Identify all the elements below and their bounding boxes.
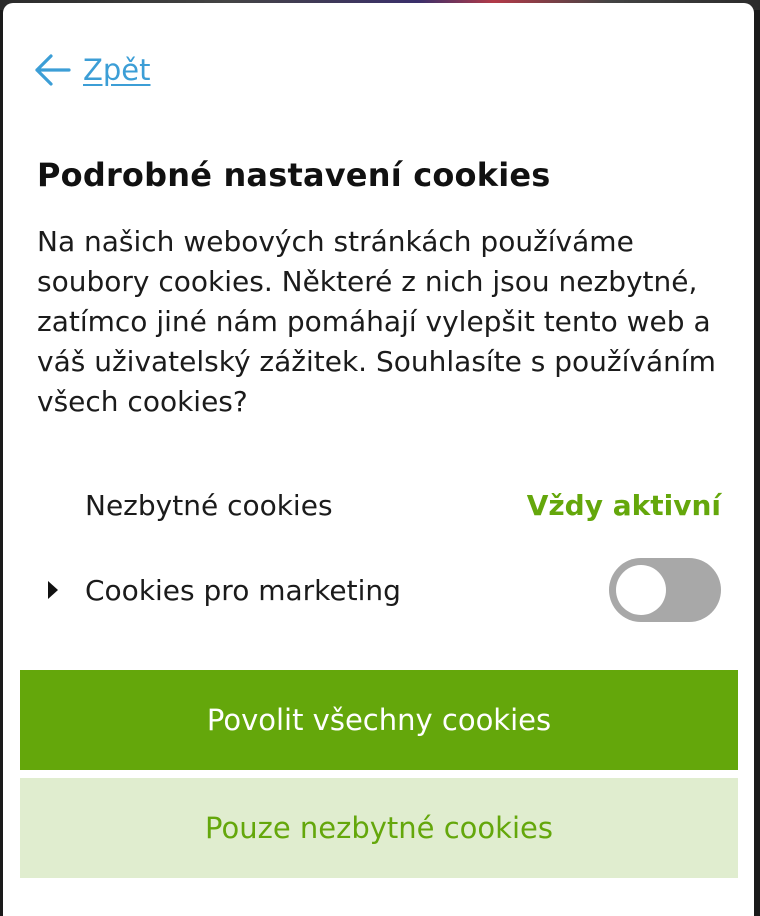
marketing-cookies-toggle[interactable] [609,558,721,622]
back-link-label: Zpět [83,53,151,87]
dialog-description: Na našich webových stránkách používáme s… [37,225,716,418]
caret-right-icon [37,580,85,600]
cookie-settings-dialog: Zpět Podrobné nastavení cookies Na našic… [3,3,754,916]
category-expander-marketing[interactable]: Cookies pro marketing [37,574,401,607]
category-label-marketing: Cookies pro marketing [85,573,401,607]
dialog-title: Podrobné nastavení cookies [37,156,551,194]
category-row-necessary: Nezbytné cookies Vždy aktivní [37,480,721,530]
allow-all-cookies-button[interactable]: Povolit všechny cookies [20,670,738,770]
arrow-left-icon [33,53,71,87]
necessary-only-cookies-button[interactable]: Pouze nezbytné cookies [20,778,738,878]
always-active-status: Vždy aktivní [526,488,721,522]
back-link[interactable]: Zpět [33,53,151,87]
category-row-marketing: Cookies pro marketing [37,558,721,622]
category-label-necessary: Nezbytné cookies [85,488,333,522]
toggle-knob [616,565,666,615]
